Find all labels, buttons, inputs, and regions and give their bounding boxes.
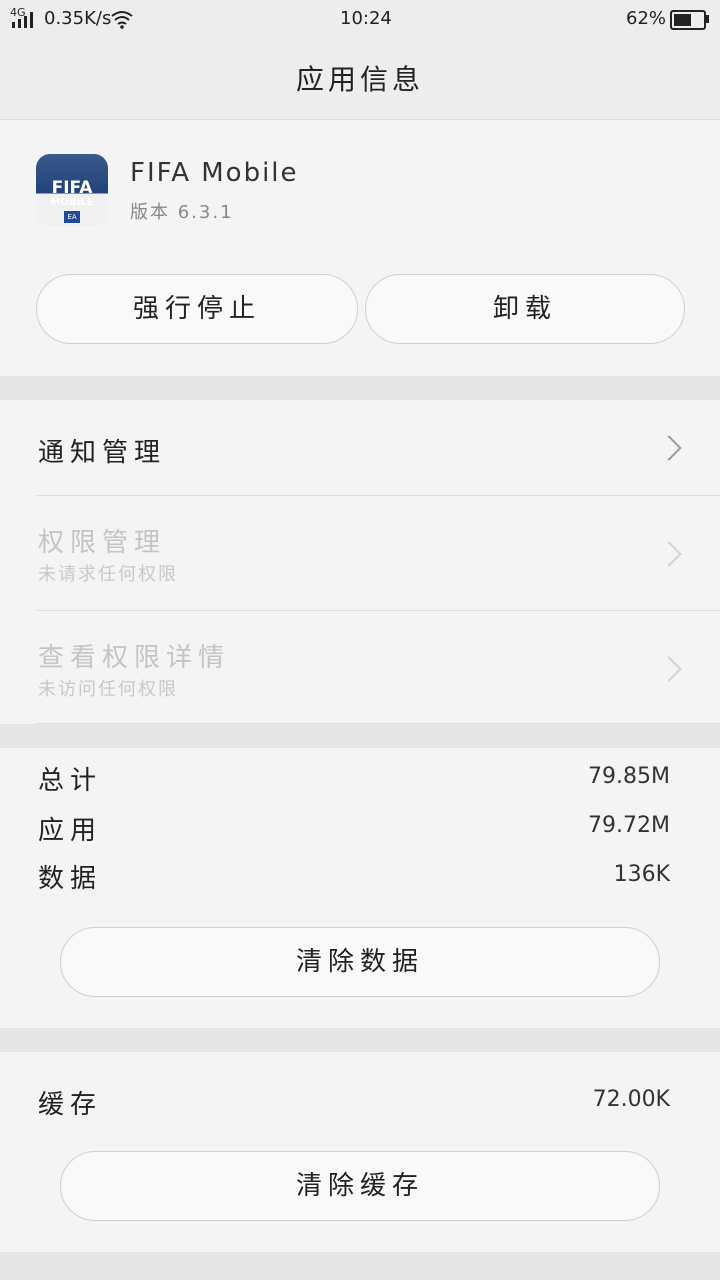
section-divider	[0, 724, 720, 748]
status-bar: 4G 0.35K/s 10:24 62%	[0, 0, 720, 38]
battery-percent: 62%	[626, 8, 667, 29]
chevron-right-icon	[656, 656, 682, 682]
app-version: 版本 6.3.1	[130, 202, 234, 223]
notification-management-row[interactable]: 通知管理	[0, 400, 720, 496]
permission-management-label: 权限管理	[38, 528, 167, 558]
clear-cache-button[interactable]: 清除缓存	[60, 1151, 660, 1221]
chevron-right-icon	[656, 541, 682, 567]
bottom-divider	[0, 1252, 720, 1280]
app-icon-subtitle: MOBILE	[50, 197, 94, 208]
chevron-right-icon	[656, 435, 682, 461]
permission-management-row[interactable]: 权限管理 未请求任何权限	[0, 496, 720, 610]
data-size-value: 136K	[613, 862, 670, 887]
uninstall-button[interactable]: 卸载	[365, 274, 685, 344]
permission-details-label: 查看权限详情	[38, 643, 231, 673]
section-divider	[0, 1028, 720, 1052]
signal-icon	[12, 12, 33, 28]
permission-details-subtitle: 未访问任何权限	[38, 679, 178, 700]
section-divider	[0, 376, 720, 400]
network-speed: 0.35K/s	[44, 8, 112, 29]
app-icon: FIFA MOBILE EA	[36, 154, 108, 226]
app-size-value: 79.72M	[588, 813, 670, 838]
page-title: 应用信息	[295, 63, 424, 96]
clear-data-button[interactable]: 清除数据	[60, 927, 660, 997]
battery-fill	[674, 14, 691, 26]
battery-cap	[706, 15, 709, 23]
app-size-label: 应用	[38, 816, 103, 846]
permission-details-row[interactable]: 查看权限详情 未访问任何权限	[0, 611, 720, 724]
battery-icon	[670, 10, 706, 30]
status-time: 10:24	[340, 8, 392, 29]
cache-value: 72.00K	[592, 1087, 670, 1112]
cache-label: 缓存	[38, 1090, 103, 1120]
ea-badge: EA	[64, 211, 80, 223]
permission-management-subtitle: 未请求任何权限	[38, 564, 178, 585]
notification-management-label: 通知管理	[38, 438, 167, 468]
total-value: 79.85M	[588, 764, 670, 789]
wifi-icon	[111, 11, 133, 29]
app-icon-title: FIFA	[51, 178, 93, 198]
data-size-label: 数据	[38, 864, 103, 894]
title-bar: 应用信息	[0, 38, 720, 120]
app-name: FIFA Mobile	[130, 158, 299, 188]
total-label: 总计	[38, 766, 103, 796]
force-stop-button[interactable]: 强行停止	[36, 274, 358, 344]
